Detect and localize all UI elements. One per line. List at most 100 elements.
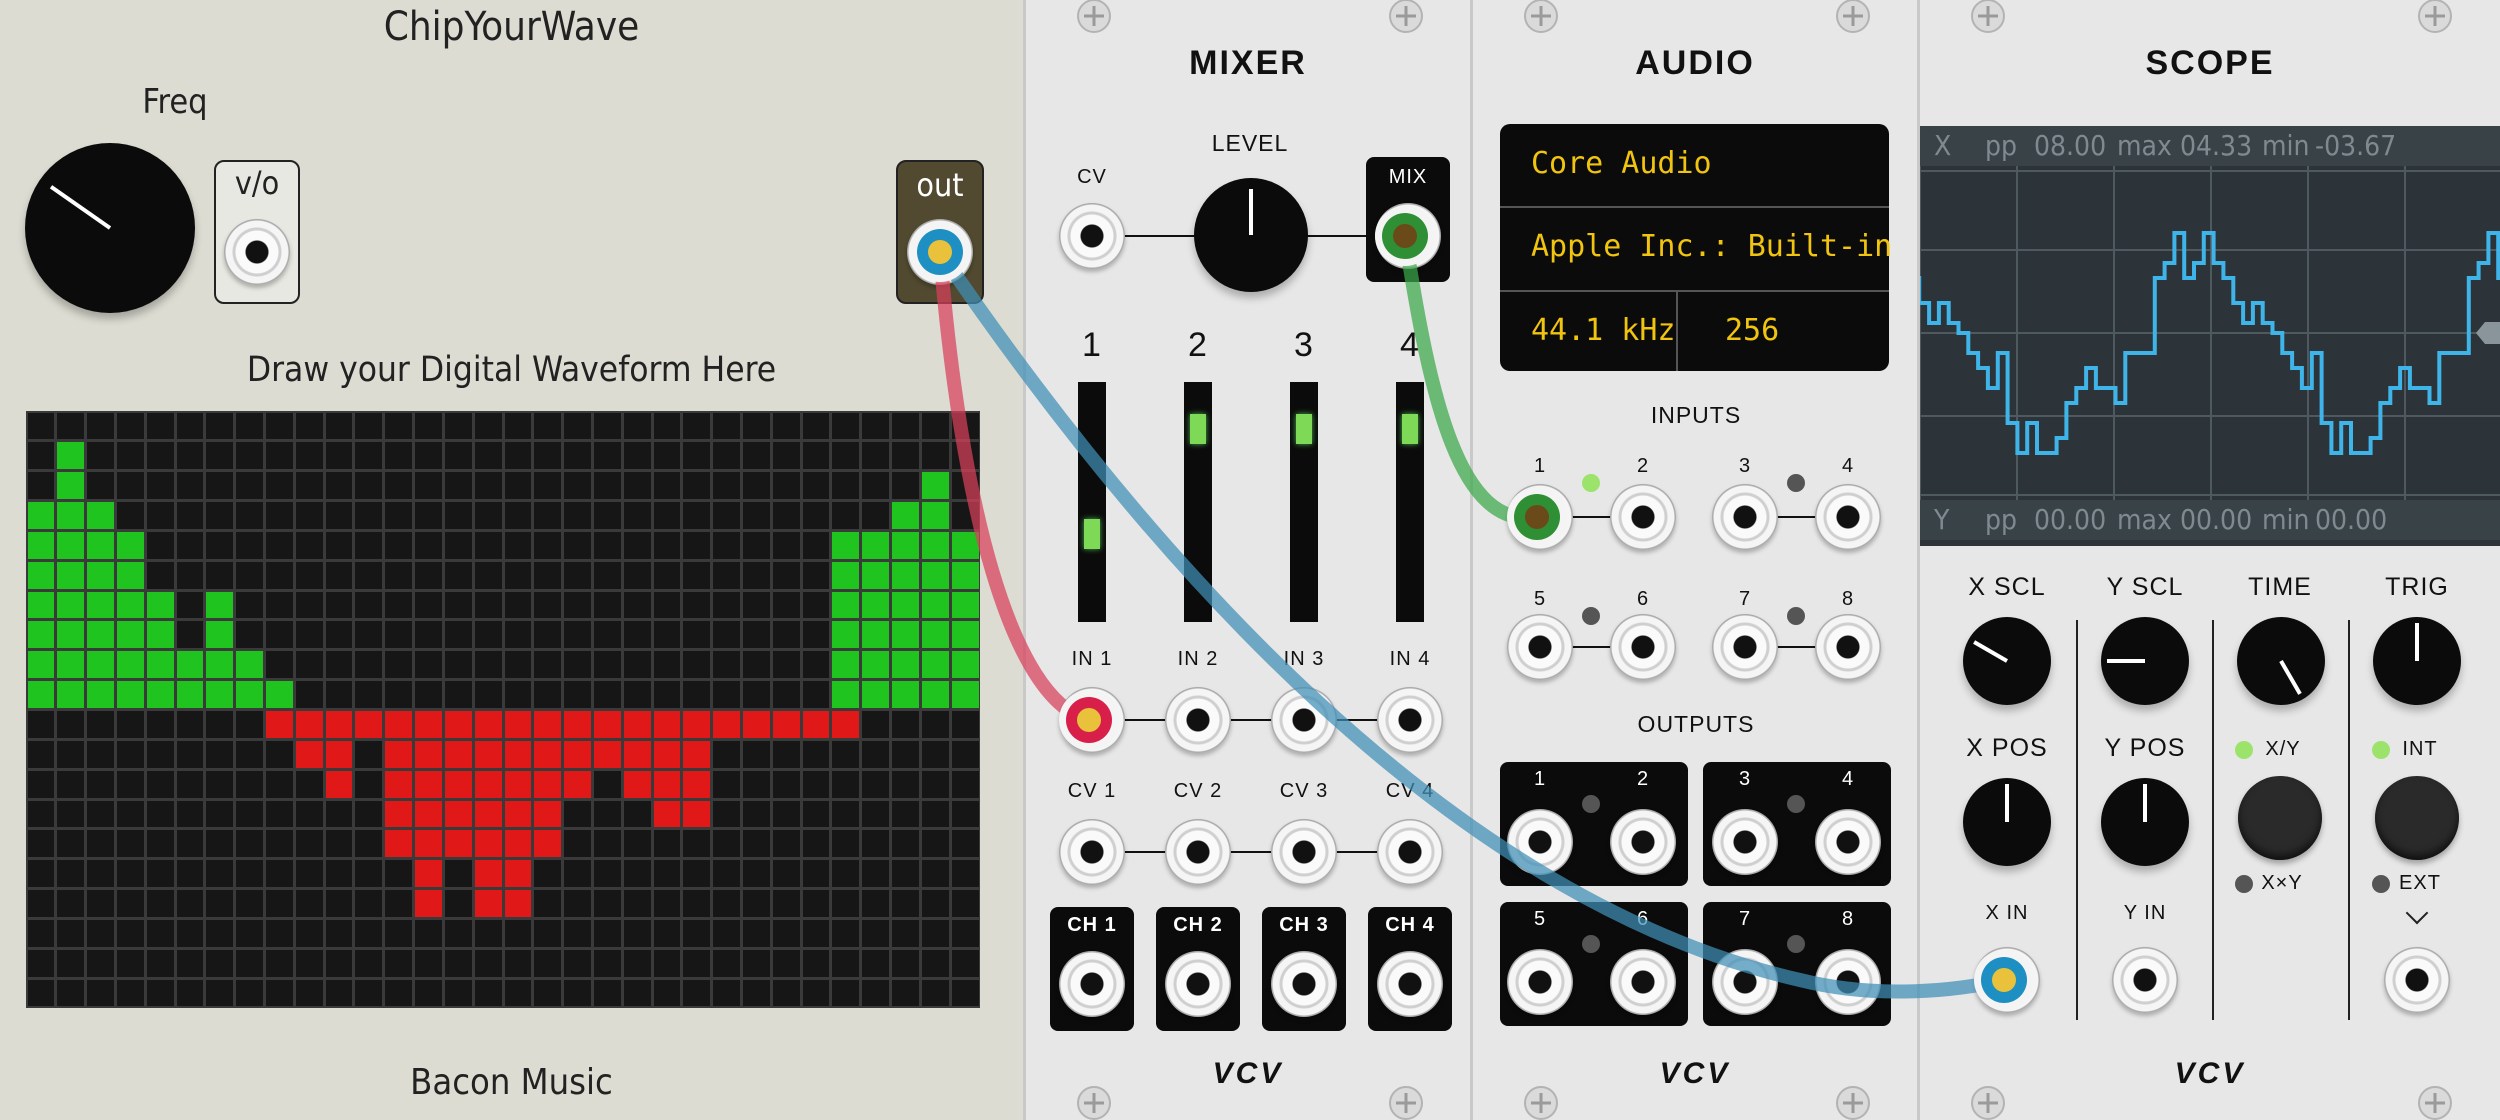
x-input-jack[interactable] [1974, 947, 2040, 1013]
grid-cell[interactable] [653, 621, 681, 649]
grid-cell[interactable] [743, 919, 770, 947]
grid-cell[interactable] [921, 681, 949, 708]
grid-cell[interactable] [713, 621, 740, 649]
grid-cell[interactable] [593, 949, 621, 977]
grid-cell[interactable] [504, 711, 532, 738]
grid-cell[interactable] [802, 860, 830, 888]
grid-cell[interactable] [713, 890, 740, 917]
grid-cell[interactable] [116, 531, 144, 559]
grid-cell[interactable] [832, 651, 860, 679]
grid-cell[interactable] [683, 561, 711, 589]
grid-cell[interactable] [27, 740, 55, 768]
grid-cell[interactable] [206, 591, 234, 619]
grid-cell[interactable] [772, 531, 800, 559]
channel-2-input-jack[interactable] [1165, 687, 1231, 753]
grid-cell[interactable] [743, 561, 770, 589]
grid-cell[interactable] [444, 442, 472, 470]
grid-cell[interactable] [713, 919, 740, 947]
y-scale-knob[interactable] [2101, 617, 2189, 705]
grid-cell[interactable] [385, 830, 413, 858]
grid-cell[interactable] [57, 591, 85, 619]
grid-cell[interactable] [116, 591, 144, 619]
grid-cell[interactable] [87, 890, 114, 917]
grid-cell[interactable] [325, 502, 353, 529]
grid-cell[interactable] [921, 472, 949, 500]
grid-cell[interactable] [325, 651, 353, 679]
grid-cell[interactable] [743, 681, 770, 708]
grid-cell[interactable] [295, 860, 323, 888]
grid-cell[interactable] [236, 890, 263, 917]
grid-cell[interactable] [325, 740, 353, 768]
grid-cell[interactable] [385, 621, 413, 649]
grid-cell[interactable] [504, 651, 532, 679]
grid-cell[interactable] [87, 472, 114, 500]
grid-cell[interactable] [325, 830, 353, 858]
grid-cell[interactable] [504, 591, 532, 619]
grid-cell[interactable] [146, 919, 174, 947]
grid-cell[interactable] [236, 860, 263, 888]
grid-cell[interactable] [921, 502, 949, 529]
y-position-knob[interactable] [2101, 778, 2189, 866]
grid-cell[interactable] [57, 681, 85, 708]
grid-cell[interactable] [206, 561, 234, 589]
grid-cell[interactable] [892, 830, 919, 858]
grid-cell[interactable] [623, 979, 651, 1007]
grid-cell[interactable] [951, 860, 979, 888]
grid-cell[interactable] [862, 890, 890, 917]
grid-cell[interactable] [206, 472, 234, 500]
grid-cell[interactable] [266, 919, 293, 947]
grid-cell[interactable] [415, 711, 442, 738]
grid-cell[interactable] [862, 561, 890, 589]
grid-cell[interactable] [743, 591, 770, 619]
grid-cell[interactable] [504, 949, 532, 977]
grid-cell[interactable] [146, 621, 174, 649]
grid-cell[interactable] [474, 830, 502, 858]
grid-cell[interactable] [802, 919, 830, 947]
grid-cell[interactable] [772, 502, 800, 529]
grid-cell[interactable] [27, 949, 55, 977]
grid-cell[interactable] [653, 472, 681, 500]
grid-cell[interactable] [772, 561, 800, 589]
grid-cell[interactable] [892, 919, 919, 947]
grid-cell[interactable] [116, 621, 144, 649]
grid-cell[interactable] [743, 949, 770, 977]
grid-cell[interactable] [266, 472, 293, 500]
grid-cell[interactable] [385, 531, 413, 559]
grid-cell[interactable] [146, 800, 174, 828]
grid-cell[interactable] [266, 979, 293, 1007]
audio-input-7-jack[interactable] [1712, 614, 1778, 680]
grid-cell[interactable] [146, 591, 174, 619]
grid-cell[interactable] [146, 472, 174, 500]
grid-cell[interactable] [474, 442, 502, 470]
grid-cell[interactable] [504, 830, 532, 858]
grid-cell[interactable] [295, 890, 323, 917]
grid-cell[interactable] [176, 949, 204, 977]
grid-cell[interactable] [504, 919, 532, 947]
channel-2-fader[interactable] [1184, 382, 1212, 622]
grid-cell[interactable] [921, 621, 949, 649]
grid-cell[interactable] [57, 442, 85, 470]
grid-cell[interactable] [444, 711, 472, 738]
grid-cell[interactable] [772, 919, 800, 947]
grid-cell[interactable] [713, 531, 740, 559]
grid-cell[interactable] [564, 621, 591, 649]
grid-cell[interactable] [593, 860, 621, 888]
grid-cell[interactable] [474, 860, 502, 888]
grid-cell[interactable] [772, 621, 800, 649]
fader-handle[interactable] [1296, 413, 1312, 444]
grid-cell[interactable] [862, 830, 890, 858]
grid-cell[interactable] [325, 979, 353, 1007]
grid-cell[interactable] [772, 711, 800, 738]
grid-cell[interactable] [355, 860, 383, 888]
grid-cell[interactable] [27, 591, 55, 619]
grid-cell[interactable] [713, 800, 740, 828]
grid-cell[interactable] [653, 681, 681, 708]
grid-cell[interactable] [444, 531, 472, 559]
grid-cell[interactable] [116, 979, 144, 1007]
grid-cell[interactable] [116, 681, 144, 708]
grid-cell[interactable] [802, 561, 830, 589]
grid-cell[interactable] [772, 442, 800, 470]
grid-cell[interactable] [146, 502, 174, 529]
channel-3-input-jack[interactable] [1271, 687, 1337, 753]
grid-cell[interactable] [951, 711, 979, 738]
